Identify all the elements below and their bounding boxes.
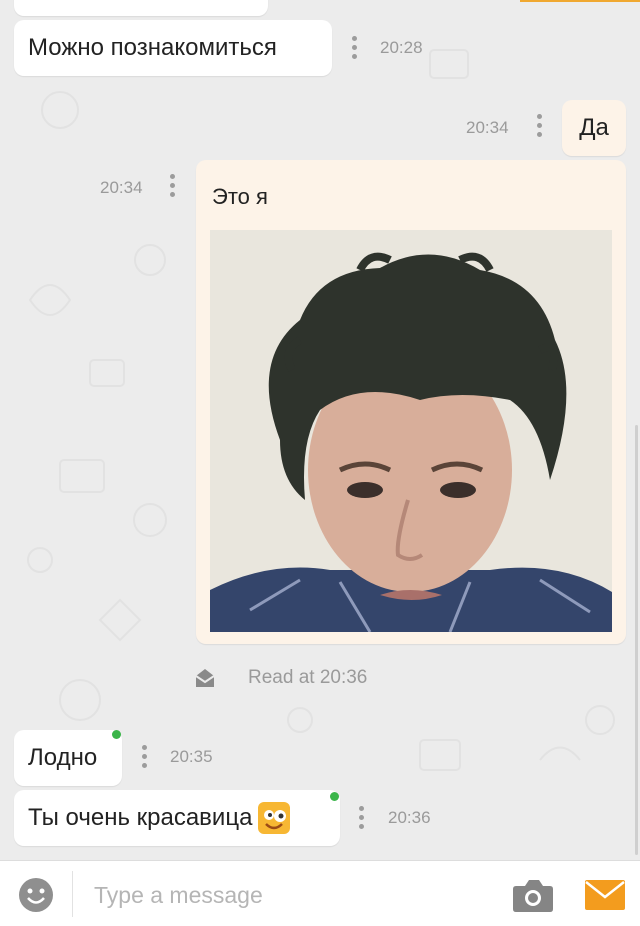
message-time: 20:35 (170, 747, 213, 766)
message-bubble-incoming[interactable]: Можно познакомиться (14, 20, 332, 76)
message-text: Да (579, 114, 609, 141)
online-indicator (330, 792, 339, 801)
smiley-icon (19, 878, 53, 912)
online-indicator (112, 730, 121, 739)
camera-button[interactable] (512, 877, 554, 913)
envelope-send-icon (585, 880, 625, 910)
message-time: 20:36 (388, 808, 431, 827)
composer-divider (72, 871, 73, 917)
portrait-image (210, 230, 612, 632)
message-time: 20:28 (380, 38, 423, 57)
photo-message-bubble[interactable]: Это я (196, 160, 626, 644)
emoji-button[interactable] (18, 877, 54, 913)
message-options-icon[interactable] (170, 174, 176, 197)
message-bubble-incoming[interactable]: Ты очень красавица (14, 790, 340, 846)
message-options-icon[interactable] (359, 806, 365, 829)
message-options-icon[interactable] (352, 36, 358, 59)
chat-area[interactable]: Можно познакомиться 20:28 20:34 Да 20:34… (0, 0, 640, 860)
message-time: 20:34 (466, 118, 509, 137)
envelope-open-icon (195, 669, 215, 687)
winking-smiley-icon (258, 802, 291, 834)
read-receipt: Read at 20:36 (194, 664, 367, 692)
message-bubble-incoming[interactable]: Лодно (14, 730, 122, 786)
scrollbar[interactable] (635, 425, 638, 855)
previous-message-bubble[interactable] (14, 0, 268, 16)
loading-progress-line (520, 0, 640, 2)
message-text: Лодно (28, 744, 98, 771)
message-time: 20:34 (100, 178, 143, 197)
message-composer (0, 860, 640, 926)
camera-icon (513, 880, 553, 912)
message-options-icon[interactable] (142, 745, 148, 768)
message-bubble-outgoing[interactable]: Да (562, 100, 626, 156)
message-text: Ты очень красавица (28, 804, 253, 831)
attached-photo[interactable] (210, 230, 612, 632)
send-button[interactable] (584, 879, 626, 911)
message-text: Можно познакомиться (28, 34, 277, 61)
photo-caption: Это я (212, 184, 268, 209)
message-options-icon[interactable] (537, 114, 543, 137)
read-receipt-text: Read at 20:36 (248, 667, 368, 688)
message-input[interactable] (92, 875, 486, 915)
